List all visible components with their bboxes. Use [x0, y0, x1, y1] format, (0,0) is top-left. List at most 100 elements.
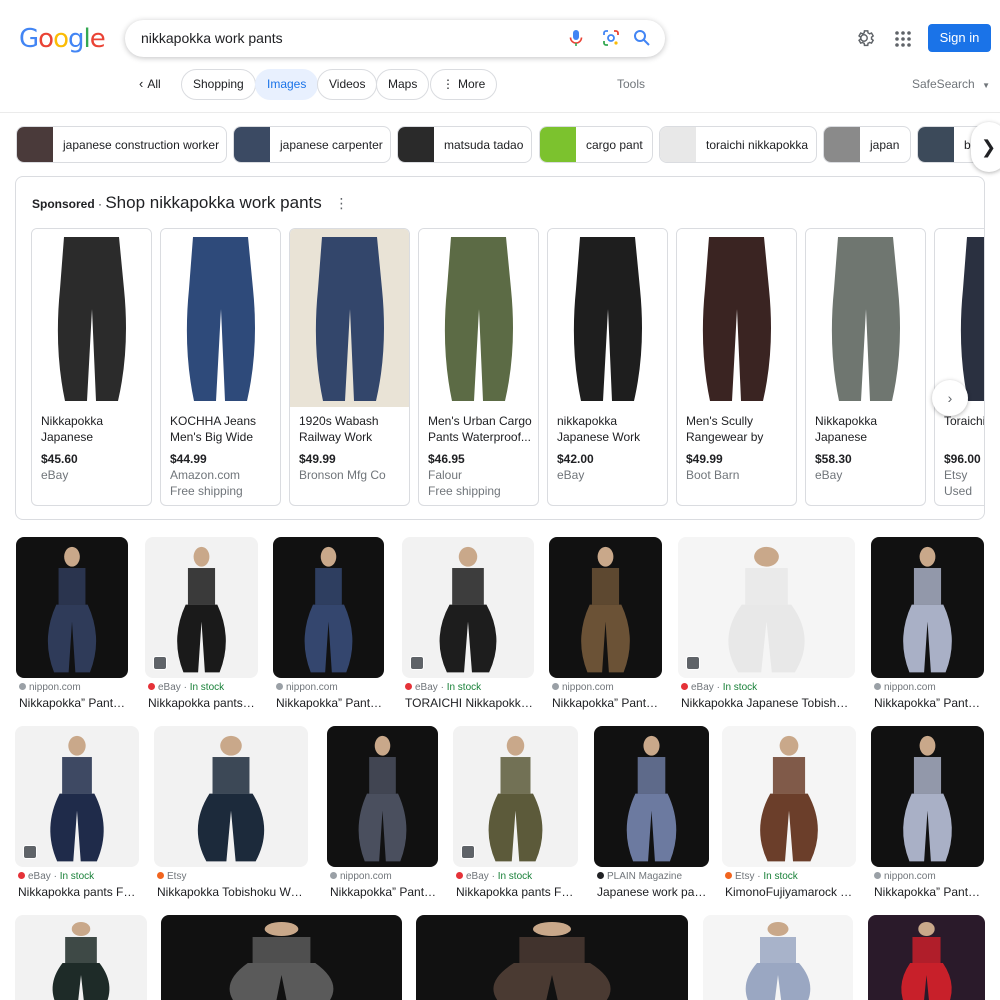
product-title: nikkapokka Japanese Work: [557, 414, 641, 444]
image-result[interactable]: [868, 915, 985, 1000]
result-image: [15, 915, 147, 1000]
product-card[interactable]: Nikkapokka Japanese $58.30 eBay: [805, 228, 926, 506]
image-result[interactable]: eBay · In stock Nikkapokka pants Fa...: [15, 726, 139, 903]
image-result[interactable]: nippon.com Nikkapokka” Pants i...: [549, 537, 662, 714]
stock-separator: ·: [437, 682, 447, 693]
product-card[interactable]: Nikkapokka Japanese $45.60 eBay: [31, 228, 152, 506]
image-result[interactable]: eBay · In stock Nikkapokka pants F...: [145, 537, 258, 714]
lens-icon[interactable]: [601, 28, 621, 48]
site-favicon: [19, 683, 26, 690]
site-favicon: [330, 872, 337, 879]
image-result[interactable]: [15, 915, 147, 1000]
product-card[interactable]: Toraichi Nikkapo $96.00 Etsy Used: [934, 228, 984, 506]
image-result[interactable]: [703, 915, 853, 1000]
google-logo[interactable]: Google: [19, 24, 106, 54]
logo-letter: e: [89, 24, 106, 54]
products-next-button[interactable]: ›: [932, 380, 968, 416]
tab-more[interactable]: ⋮ More: [430, 69, 498, 100]
result-title[interactable]: Nikkapokka” Pants i...: [276, 696, 383, 710]
result-title[interactable]: Nikkapokka Japanese Tobishok...: [681, 696, 854, 710]
product-card[interactable]: nikkapokka Japanese Work $42.00 eBay: [547, 228, 668, 506]
more-options-icon[interactable]: ⋮: [334, 195, 348, 211]
result-image: [868, 915, 985, 1000]
result-source: nippon.com: [330, 871, 392, 882]
image-result[interactable]: [416, 915, 688, 1000]
related-chip[interactable]: japanese construction worker: [16, 126, 227, 163]
logo-letter: o: [53, 24, 69, 54]
chip-label: toraichi nikkapokka: [706, 138, 809, 152]
search-icon[interactable]: [632, 28, 652, 48]
image-result[interactable]: PLAIN Magazine Japanese work pan...: [594, 726, 709, 903]
result-image: [678, 537, 855, 678]
image-result[interactable]: nippon.com Nikkapokka” Pants i...: [871, 726, 984, 903]
chips-next-button[interactable]: ❯: [971, 122, 1000, 172]
result-title[interactable]: KimonoFujiyamarock T...: [725, 885, 855, 899]
sign-in-button[interactable]: Sign in: [928, 24, 991, 52]
tab-all-label: All: [147, 77, 161, 91]
result-source: eBay · In stock: [18, 871, 94, 882]
product-card[interactable]: Men's Scully Rangewear by $49.99 Boot Barn: [676, 228, 797, 506]
product-card[interactable]: Men's Urban Cargo Pants Waterproof... $46…: [418, 228, 539, 506]
image-result[interactable]: nippon.com Nikkapokka” Pants i...: [871, 537, 984, 714]
result-image: [453, 726, 578, 867]
product-store: Falour: [428, 468, 463, 482]
stock-separator: ·: [713, 682, 723, 693]
dropdown-arrow-icon: ▼: [982, 81, 990, 90]
search-input[interactable]: nikkapokka work pants: [141, 30, 283, 46]
image-result[interactable]: nippon.com Nikkapokka” Pants i...: [16, 537, 128, 714]
stock-status: In stock: [59, 871, 95, 882]
result-title[interactable]: Nikkapokka pants F...: [148, 696, 257, 710]
header-divider: [0, 112, 1000, 113]
image-result[interactable]: eBay · In stock TORAICHI Nikkapokka ...: [402, 537, 534, 714]
image-result[interactable]: Etsy Nikkapokka Tobishoku Wor...: [154, 726, 308, 903]
tab-maps[interactable]: Maps: [376, 69, 430, 100]
result-title[interactable]: Japanese work pan...: [597, 885, 708, 899]
tab-shopping[interactable]: Shopping: [181, 69, 256, 100]
image-result[interactable]: eBay · In stock Nikkapokka pants Fas...: [453, 726, 578, 903]
result-title[interactable]: Nikkapokka” Pants i...: [874, 885, 983, 899]
result-title[interactable]: Nikkapokka Tobishoku Wor...: [157, 885, 307, 899]
product-image: [32, 229, 151, 407]
result-title[interactable]: Nikkapokka pants Fas...: [456, 885, 577, 899]
result-title[interactable]: Nikkapokka” Pants i...: [330, 885, 437, 899]
search-box[interactable]: nikkapokka work pants: [125, 20, 665, 57]
result-title[interactable]: Nikkapokka” Pants i...: [874, 696, 983, 710]
tools-button[interactable]: Tools: [617, 77, 645, 91]
safesearch-button[interactable]: SafeSearch ▼: [912, 77, 990, 91]
related-chip[interactable]: matsuda tadao: [397, 126, 532, 163]
result-source: nippon.com: [19, 682, 81, 693]
product-card[interactable]: KOCHHA Jeans Men's Big Wide $44.99 Amazon.…: [160, 228, 281, 506]
stock-status: In stock: [189, 682, 225, 693]
safesearch-label: SafeSearch: [912, 77, 975, 91]
image-result[interactable]: Etsy · In stock KimonoFujiyamarock T...: [722, 726, 856, 903]
apps-grid-icon[interactable]: [894, 30, 912, 53]
result-title[interactable]: Nikkapokka” Pants i...: [19, 696, 127, 710]
result-title[interactable]: Nikkapokka pants Fa...: [18, 885, 138, 899]
chip-thumbnail: [234, 127, 270, 162]
image-result[interactable]: nippon.com Nikkapokka” Pants i...: [273, 537, 384, 714]
tab-all[interactable]: ‹ All: [128, 69, 172, 100]
tab-images[interactable]: Images: [255, 69, 319, 100]
result-title[interactable]: TORAICHI Nikkapokka ...: [405, 696, 533, 710]
result-image: [273, 537, 384, 678]
microphone-icon[interactable]: [566, 28, 586, 48]
site-favicon: [276, 683, 283, 690]
shopping-tag-icon: [461, 845, 475, 859]
site-favicon: [874, 683, 881, 690]
sponsored-shopping-panel: Sponsored · Shop nikkapokka work pants ⋮…: [15, 176, 985, 520]
image-result[interactable]: [161, 915, 402, 1000]
result-source: nippon.com: [276, 682, 338, 693]
gear-icon[interactable]: [853, 27, 875, 54]
product-title: Men's Scully Rangewear by: [686, 414, 764, 444]
related-chip[interactable]: japanese carpenter: [233, 126, 391, 163]
image-result[interactable]: eBay · In stock Nikkapokka Japanese Tobis…: [678, 537, 855, 714]
product-card[interactable]: 1920s Wabash Railway Work Pan... $49.99 Br…: [289, 228, 410, 506]
related-chip[interactable]: cargo pant: [539, 126, 653, 163]
tab-videos[interactable]: Videos: [317, 69, 378, 100]
result-image: [145, 537, 258, 678]
related-chip[interactable]: japan: [823, 126, 911, 163]
related-chip[interactable]: toraichi nikkapokka: [659, 126, 817, 163]
shopping-tag-icon: [23, 845, 37, 859]
image-result[interactable]: nippon.com Nikkapokka” Pants i...: [327, 726, 438, 903]
result-title[interactable]: Nikkapokka” Pants i...: [552, 696, 661, 710]
